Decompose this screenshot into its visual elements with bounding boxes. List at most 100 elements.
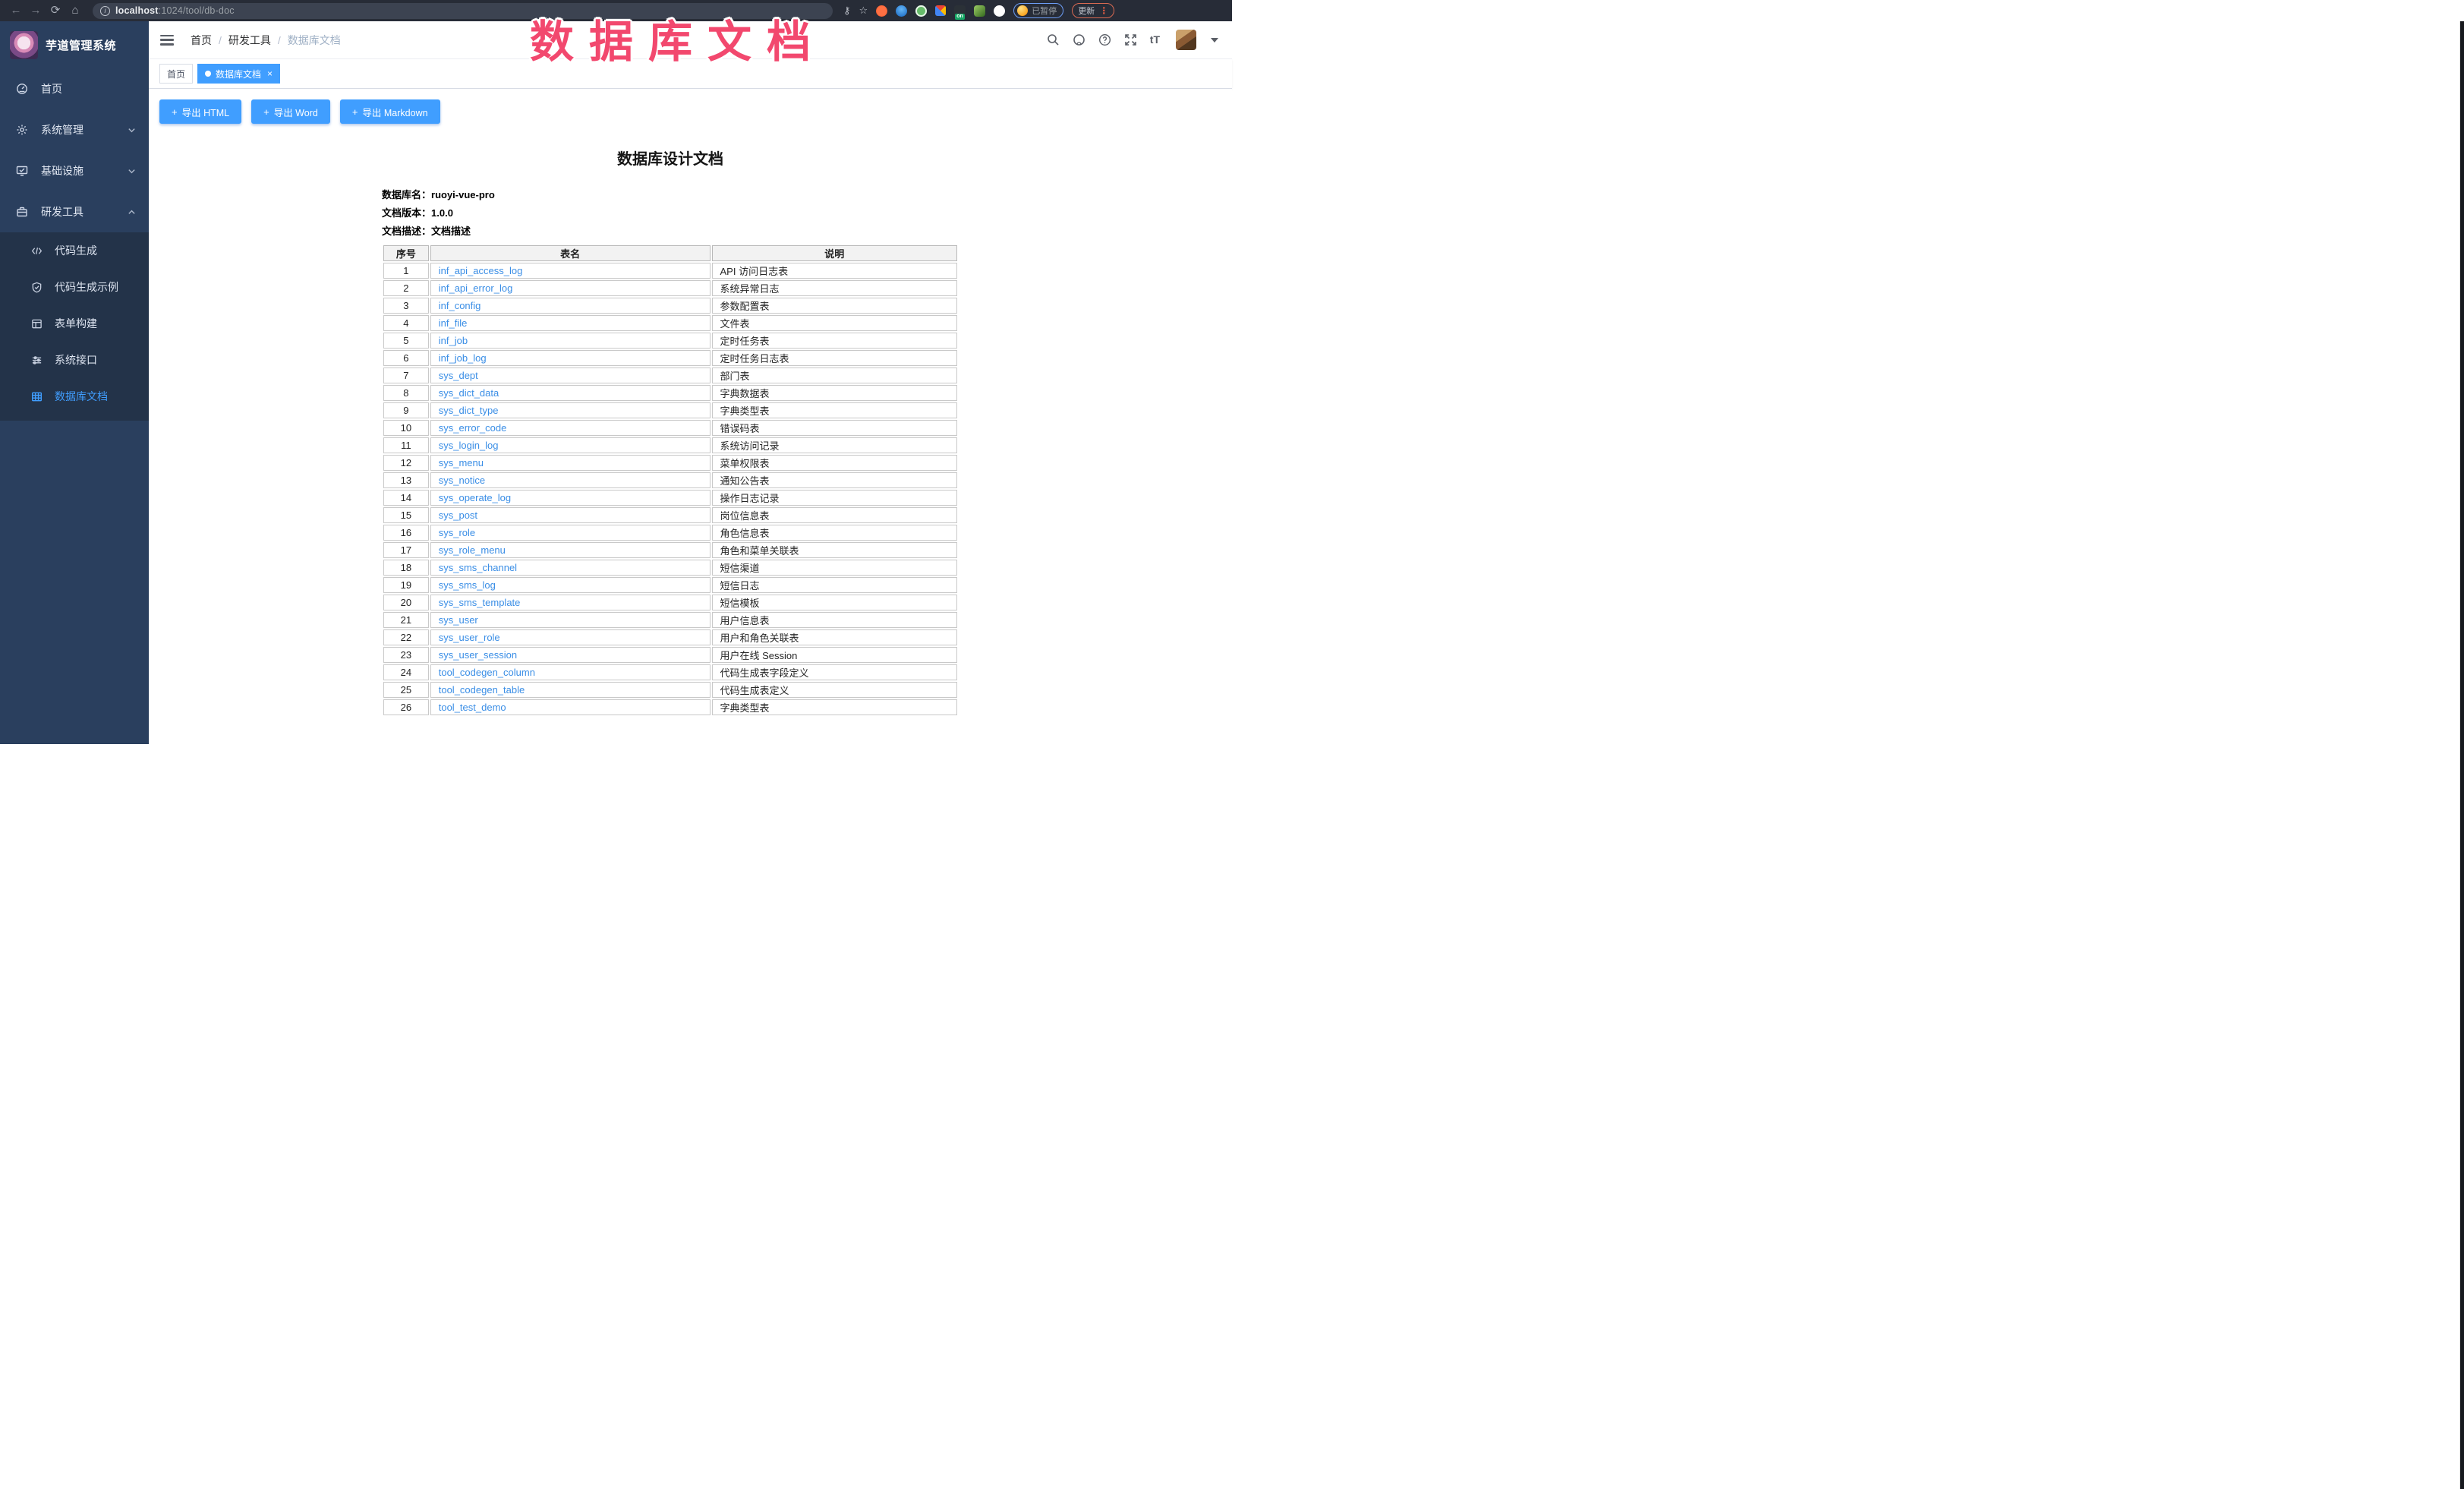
table-name-link[interactable]: sys_user_session — [439, 649, 517, 661]
sidebar-collapse-icon[interactable] — [160, 35, 174, 46]
browser-menu-dots-icon[interactable]: ⋮ — [1099, 5, 1108, 16]
browser-toolbar: ← → ⟳ ⌂ i localhost:1024/tool/db-doc ⚷ ☆… — [0, 0, 1232, 21]
submenu-item-label: 系统接口 — [55, 352, 97, 368]
search-icon[interactable] — [1047, 33, 1060, 46]
sidebar-item-devtools[interactable]: 研发工具 — [0, 191, 149, 232]
table-name-link[interactable]: sys_sms_channel — [439, 562, 517, 573]
table-name-link[interactable]: inf_job — [439, 335, 468, 346]
tab-home[interactable]: 首页 — [159, 64, 193, 84]
doc-info-line: 文档描述：文档描述 — [382, 223, 959, 238]
table-header-row: 序号 表名 说明 — [383, 245, 957, 261]
breadcrumb-separator: / — [219, 34, 222, 46]
submenu-item-db-doc[interactable]: 数据库文档 — [0, 378, 149, 415]
table-name-link[interactable]: sys_user — [439, 614, 478, 626]
row-index: 25 — [383, 682, 429, 698]
table-name-link[interactable]: inf_api_access_log — [439, 265, 523, 276]
table-name-link[interactable]: sys_user_role — [439, 632, 500, 643]
breadcrumb-home[interactable]: 首页 — [191, 33, 212, 48]
submenu-item-form-builder[interactable]: 表单构建 — [0, 305, 149, 342]
row-index: 8 — [383, 385, 429, 401]
sliders-icon — [31, 355, 43, 366]
extension-icon-5[interactable]: on — [954, 5, 966, 17]
sidebar-item-home[interactable]: 首页 — [0, 68, 149, 109]
table-name-link[interactable]: sys_dict_type — [439, 405, 499, 416]
table-row: 1inf_api_access_logAPI 访问日志表 — [383, 263, 957, 279]
extension-icon-4[interactable] — [935, 5, 946, 16]
extension-icon-6[interactable] — [974, 5, 985, 17]
row-index: 14 — [383, 490, 429, 506]
table-name-link[interactable]: tool_codegen_table — [439, 684, 525, 696]
toolbox-icon — [16, 206, 28, 218]
table-name-link[interactable]: sys_operate_log — [439, 492, 511, 503]
submenu-item-api[interactable]: 系统接口 — [0, 342, 149, 378]
address-bar[interactable]: i localhost:1024/tool/db-doc — [93, 3, 833, 19]
row-index: 17 — [383, 542, 429, 558]
table-name-link[interactable]: sys_dict_data — [439, 387, 499, 399]
table-name-link[interactable]: sys_login_log — [439, 440, 499, 451]
table-name-link[interactable]: sys_error_code — [439, 422, 507, 434]
export-markdown-button[interactable]: + 导出 Markdown — [340, 99, 440, 124]
sidebar-item-system[interactable]: 系统管理 — [0, 109, 149, 150]
table-name-link[interactable]: inf_job_log — [439, 352, 487, 364]
row-description: 系统异常日志 — [712, 280, 957, 296]
plus-icon: + — [172, 106, 178, 118]
submenu-item-codegen[interactable]: 代码生成 — [0, 232, 149, 269]
row-index: 12 — [383, 455, 429, 471]
table-name-link[interactable]: sys_notice — [439, 475, 485, 486]
help-icon[interactable] — [1098, 33, 1111, 46]
row-index: 2 — [383, 280, 429, 296]
browser-reload-icon[interactable]: ⟳ — [46, 0, 65, 21]
table-name-link[interactable]: sys_post — [439, 509, 477, 521]
extension-icon-7[interactable] — [994, 5, 1005, 17]
table-name-link[interactable]: sys_sms_log — [439, 579, 496, 591]
table-name-link[interactable]: tool_test_demo — [439, 702, 506, 713]
sidebar-item-infra[interactable]: 基础设施 — [0, 150, 149, 191]
row-index: 20 — [383, 595, 429, 610]
extension-icon-1[interactable] — [876, 5, 887, 17]
profile-paused-badge[interactable]: 已暂停 — [1013, 3, 1063, 18]
export-html-button[interactable]: + 导出 HTML — [159, 99, 241, 124]
url-path: :1024/tool/db-doc — [159, 5, 235, 16]
table-name-link[interactable]: sys_role_menu — [439, 544, 506, 556]
avatar-caret-icon[interactable] — [1211, 38, 1218, 43]
table-row: 9sys_dict_type字典类型表 — [383, 402, 957, 418]
export-word-button[interactable]: + 导出 Word — [251, 99, 330, 124]
user-avatar[interactable] — [1176, 30, 1196, 50]
tab-close-icon[interactable]: × — [267, 69, 273, 78]
table-name-link[interactable]: inf_file — [439, 317, 468, 329]
table-row: 13sys_notice通知公告表 — [383, 472, 957, 488]
browser-back-icon[interactable]: ← — [6, 0, 26, 21]
window-scrollbar-edge[interactable] — [2460, 21, 2464, 1489]
font-size-icon[interactable]: tT — [1150, 33, 1160, 46]
row-index: 21 — [383, 612, 429, 628]
col-header-desc: 说明 — [712, 245, 957, 261]
bookmark-star-icon[interactable]: ☆ — [859, 5, 868, 17]
table-name-link[interactable]: tool_codegen_column — [439, 667, 535, 678]
table-row: 25tool_codegen_table代码生成表定义 — [383, 682, 957, 698]
table-name-link[interactable]: sys_sms_template — [439, 597, 521, 608]
github-icon[interactable] — [1073, 33, 1085, 46]
row-index: 4 — [383, 315, 429, 331]
breadcrumb-devtools[interactable]: 研发工具 — [228, 33, 271, 48]
table-name-link[interactable]: inf_config — [439, 300, 481, 311]
tab-db-doc[interactable]: 数据库文档 × — [197, 64, 280, 84]
browser-update-button[interactable]: 更新 ⋮ — [1072, 3, 1114, 18]
table-name-link[interactable]: inf_api_error_log — [439, 282, 513, 294]
gear-icon — [16, 124, 28, 136]
table-name-link[interactable]: sys_menu — [439, 457, 484, 468]
browser-home-icon[interactable]: ⌂ — [65, 0, 85, 21]
submenu-item-codegen-demo[interactable]: 代码生成示例 — [0, 269, 149, 305]
table-name-link[interactable]: sys_role — [439, 527, 475, 538]
extension-icon-2[interactable] — [896, 5, 907, 17]
logo-row[interactable]: 芋道管理系统 — [0, 21, 149, 68]
site-info-icon[interactable]: i — [100, 6, 110, 16]
table-name-link[interactable]: sys_dept — [439, 370, 478, 381]
row-description: 角色和菜单关联表 — [712, 542, 957, 558]
fullscreen-icon[interactable] — [1124, 33, 1137, 46]
browser-forward-icon[interactable]: → — [26, 0, 46, 21]
row-index: 22 — [383, 629, 429, 645]
password-key-icon[interactable]: ⚷ — [843, 5, 851, 17]
extension-icon-3[interactable] — [915, 5, 927, 17]
tags-view-bar: 首页 数据库文档 × — [149, 59, 1232, 89]
table-row: 10sys_error_code错误码表 — [383, 420, 957, 436]
